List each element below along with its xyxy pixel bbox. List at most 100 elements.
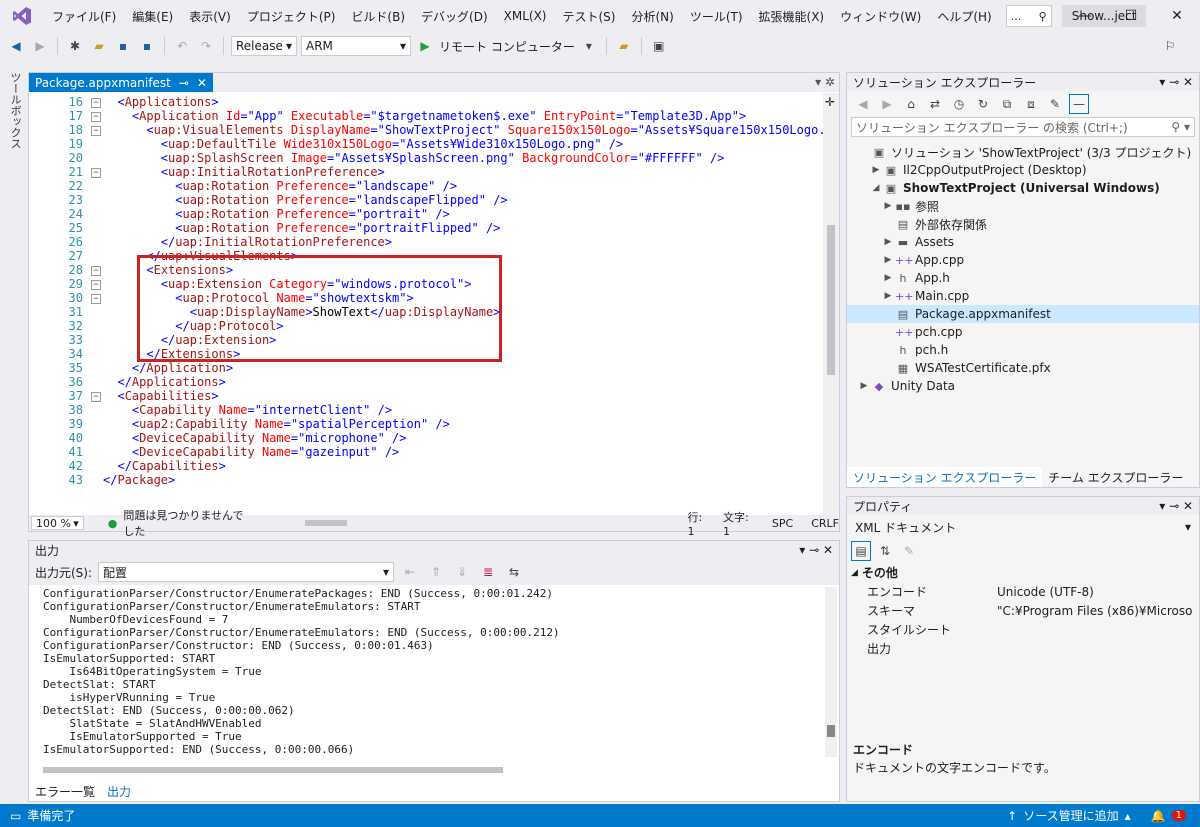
tree-item[interactable]: ▶ ++ App.cpp bbox=[847, 251, 1199, 269]
categorized-icon[interactable]: ▤ bbox=[851, 541, 871, 561]
forward-icon[interactable]: ▶ bbox=[30, 36, 50, 56]
expand-arrow-icon[interactable]: ▶ bbox=[881, 201, 895, 211]
fold-toggle-icon[interactable]: − bbox=[91, 266, 101, 276]
fold-toggle-icon[interactable]: − bbox=[91, 126, 101, 136]
tab-solution-0[interactable]: ソリューション エクスプローラー bbox=[847, 467, 1043, 487]
tree-item[interactable]: ▶ ▪▪ 参照 bbox=[847, 197, 1199, 215]
tab-package-manifest[interactable]: Package.appxmanifest ⊸ ✕ bbox=[29, 73, 213, 92]
wrench-icon[interactable]: ✎ bbox=[1045, 94, 1065, 114]
output-text[interactable]: ConfigurationParser/Constructor/Enumerat… bbox=[43, 587, 560, 757]
menu-item[interactable]: XML(X) bbox=[496, 9, 555, 23]
next-icon[interactable]: ⇓ bbox=[452, 562, 472, 582]
show-all-icon[interactable]: ⧈ bbox=[1021, 94, 1041, 114]
code-line[interactable]: </Package> bbox=[103, 473, 175, 487]
code-line[interactable]: </Application> bbox=[103, 361, 233, 375]
expand-arrow-icon[interactable]: ▶ bbox=[881, 237, 895, 247]
menu-item[interactable]: 分析(N) bbox=[623, 8, 681, 25]
tree-item[interactable]: ▶ ▬ Assets bbox=[847, 233, 1199, 251]
tree-item[interactable]: ▤ 外部依存関係 bbox=[847, 215, 1199, 233]
menu-item[interactable]: ファイル(F) bbox=[44, 8, 124, 25]
property-row[interactable]: スキーマ "C:¥Program Files (x86)¥Microso bbox=[847, 601, 1199, 620]
clear-icon[interactable]: ≣ bbox=[478, 562, 498, 582]
code-line[interactable]: </Applications> bbox=[103, 375, 225, 389]
menu-item[interactable]: 編集(E) bbox=[124, 8, 181, 25]
undo-icon[interactable]: ↶ bbox=[172, 36, 192, 56]
overflow-icon[interactable]: ⚐ bbox=[1160, 36, 1180, 56]
fold-toggle-icon[interactable]: − bbox=[91, 98, 101, 108]
code-line[interactable]: </Capabilities> bbox=[103, 459, 225, 473]
output-source-combo[interactable]: 配置 ▾ bbox=[98, 562, 395, 582]
tree-item[interactable]: ▶ ▣ Il2CppOutputProject (Desktop) bbox=[847, 161, 1199, 179]
refresh-icon[interactable]: ↻ bbox=[973, 94, 993, 114]
alphabetical-icon[interactable]: ⇅ bbox=[875, 541, 895, 561]
property-value[interactable]: Unicode (UTF-8) bbox=[997, 585, 1199, 599]
sync-icon[interactable]: ⇄ bbox=[925, 94, 945, 114]
new-project-icon[interactable]: ✱ bbox=[65, 36, 85, 56]
code-line[interactable]: <uap:Rotation Preference="landscape" /> bbox=[103, 179, 457, 193]
forward-icon[interactable]: ▶ bbox=[877, 94, 897, 114]
fold-toggle-icon[interactable]: − bbox=[91, 112, 101, 122]
expand-arrow-icon[interactable]: ▶ bbox=[881, 255, 895, 265]
minimize-icon[interactable]: — bbox=[1062, 0, 1108, 32]
menu-item[interactable]: ウィンドウ(W) bbox=[832, 8, 929, 25]
code-line[interactable]: <DeviceCapability Name="gazeinput" /> bbox=[103, 445, 399, 459]
property-row[interactable]: エンコード Unicode (UTF-8) bbox=[847, 582, 1199, 601]
tree-item[interactable]: ▤ Package.appxmanifest bbox=[847, 305, 1199, 323]
fold-toggle-icon[interactable]: − bbox=[91, 294, 101, 304]
minus-icon[interactable]: — bbox=[1069, 94, 1089, 114]
props-object-combo[interactable]: XML ドキュメント ▾ bbox=[851, 517, 1195, 537]
window-icon[interactable]: ▣ bbox=[649, 36, 669, 56]
history-icon[interactable]: ◷ bbox=[949, 94, 969, 114]
code-line[interactable]: <uap2:Capability Name="spatialPerception… bbox=[103, 417, 450, 431]
tree-item[interactable]: ◢ ▣ ShowTextProject (Universal Windows) bbox=[847, 179, 1199, 197]
code-line[interactable]: <Applications> bbox=[103, 95, 218, 109]
expand-arrow-icon[interactable]: ▶ bbox=[881, 291, 895, 301]
panel-controls-icon[interactable]: ▾ ⊸ ✕ bbox=[799, 543, 833, 557]
menu-item[interactable]: ヘルプ(H) bbox=[929, 8, 999, 25]
menu-item[interactable]: テスト(S) bbox=[554, 8, 623, 25]
fold-toggle-icon[interactable]: − bbox=[91, 392, 101, 402]
bell-icon[interactable]: 🔔 bbox=[1151, 809, 1166, 823]
tree-item[interactable]: ▶ ++ Main.cpp bbox=[847, 287, 1199, 305]
solution-search-input[interactable]: ソリューション エクスプローラー の検索 (Ctrl+;) ⚲ ▾ bbox=[851, 117, 1195, 137]
wrap-icon[interactable]: ⇆ bbox=[504, 562, 524, 582]
panel-controls-icon[interactable]: ▾ ⊸ ✕ bbox=[1159, 75, 1193, 89]
expand-arrow-icon[interactable]: ▶ bbox=[857, 381, 871, 391]
expand-arrow-icon[interactable]: ◢ bbox=[869, 183, 883, 193]
save-icon[interactable]: ▪ bbox=[113, 36, 133, 56]
code-line[interactable]: <uap:VisualElements DisplayName="ShowTex… bbox=[103, 123, 824, 137]
tree-item[interactable]: h pch.h bbox=[847, 341, 1199, 359]
tree-item[interactable]: ▣ ソリューション 'ShowTextProject' (3/3 プロジェクト) bbox=[847, 143, 1199, 161]
code-line[interactable]: <uap:Rotation Preference="portrait" /> bbox=[103, 207, 450, 221]
fold-toggle-icon[interactable]: − bbox=[91, 168, 101, 178]
collapse-icon[interactable]: ⧉ bbox=[997, 94, 1017, 114]
property-row[interactable]: スタイルシート bbox=[847, 620, 1199, 639]
pin-icon[interactable]: ⊸ bbox=[179, 76, 189, 90]
property-value[interactable]: "C:¥Program Files (x86)¥Microso bbox=[997, 604, 1199, 618]
output-scrollbar[interactable] bbox=[825, 587, 837, 757]
menu-item[interactable]: 拡張機能(X) bbox=[751, 8, 833, 25]
redo-icon[interactable]: ↷ bbox=[196, 36, 216, 56]
home-icon[interactable]: ⌂ bbox=[901, 94, 921, 114]
config-combo[interactable]: Release ▾ bbox=[231, 36, 297, 56]
code-line[interactable]: <uap:InitialRotationPreference> bbox=[103, 165, 385, 179]
menu-item[interactable]: 表示(V) bbox=[181, 8, 239, 25]
zoom-combo[interactable]: 100 % ▾ bbox=[31, 516, 84, 530]
run-target-button[interactable]: リモート コンピューター bbox=[439, 38, 575, 55]
code-line[interactable]: </uap:InitialRotationPreference> bbox=[103, 235, 392, 249]
panel-controls-icon[interactable]: ▾ ⊸ ✕ bbox=[1159, 499, 1193, 513]
expand-arrow-icon[interactable]: ▶ bbox=[881, 273, 895, 283]
folder-icon[interactable]: ▰ bbox=[614, 36, 634, 56]
back-icon[interactable]: ◀ bbox=[6, 36, 26, 56]
props-category[interactable]: ◢ その他 bbox=[847, 563, 1199, 582]
editor-scrollbar[interactable]: ✛ bbox=[823, 93, 839, 517]
menu-item[interactable]: ビルド(B) bbox=[343, 8, 413, 25]
close-tab-icon[interactable]: ✕ bbox=[197, 76, 207, 90]
code-line[interactable]: <uap:Rotation Preference="landscapeFlipp… bbox=[103, 193, 507, 207]
tree-item[interactable]: ▶ ◆ Unity Data bbox=[847, 377, 1199, 395]
toolbox-tab[interactable]: ツールボックス bbox=[7, 72, 23, 149]
fold-toggle-icon[interactable]: − bbox=[91, 280, 101, 290]
issues-status[interactable]: 問題は見つかりませんでした bbox=[123, 507, 244, 539]
wrench-icon[interactable]: ✎ bbox=[899, 541, 919, 561]
search-box[interactable]: ... ⚲ bbox=[1005, 5, 1052, 27]
